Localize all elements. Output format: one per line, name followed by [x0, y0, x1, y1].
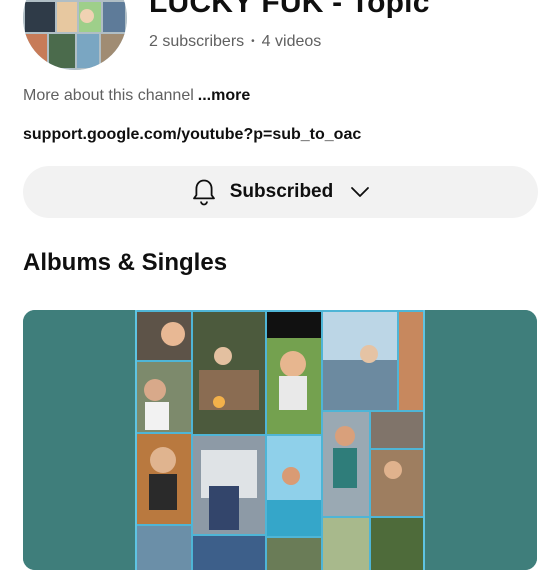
meta-separator: • [251, 36, 255, 47]
channel-stats: 2 subscribers • 4 videos [149, 33, 321, 51]
albums-section-title: Albums & Singles [23, 249, 228, 276]
album-thumbnail[interactable] [23, 310, 537, 570]
subscribed-label: Subscribed [229, 181, 334, 202]
channel-avatar-collage [23, 0, 127, 70]
channel-link[interactable]: support.google.com/youtube?p=sub_to_oac [23, 126, 361, 144]
channel-avatar[interactable] [23, 0, 127, 70]
about-more-link[interactable]: ...more [198, 87, 250, 104]
subscriber-count: 2 subscribers [149, 33, 245, 50]
video-count: 4 videos [261, 33, 322, 50]
channel-description[interactable]: More about this channel ...more [23, 87, 250, 105]
subscribed-button[interactable]: Subscribed [23, 166, 538, 218]
album-cover-collage [23, 310, 537, 570]
channel-title: LUCKY FUK - Topic [149, 0, 430, 19]
chevron-down-icon [351, 187, 370, 197]
notification-bell-icon [192, 179, 215, 206]
about-channel-text: More about this channel [23, 87, 194, 104]
